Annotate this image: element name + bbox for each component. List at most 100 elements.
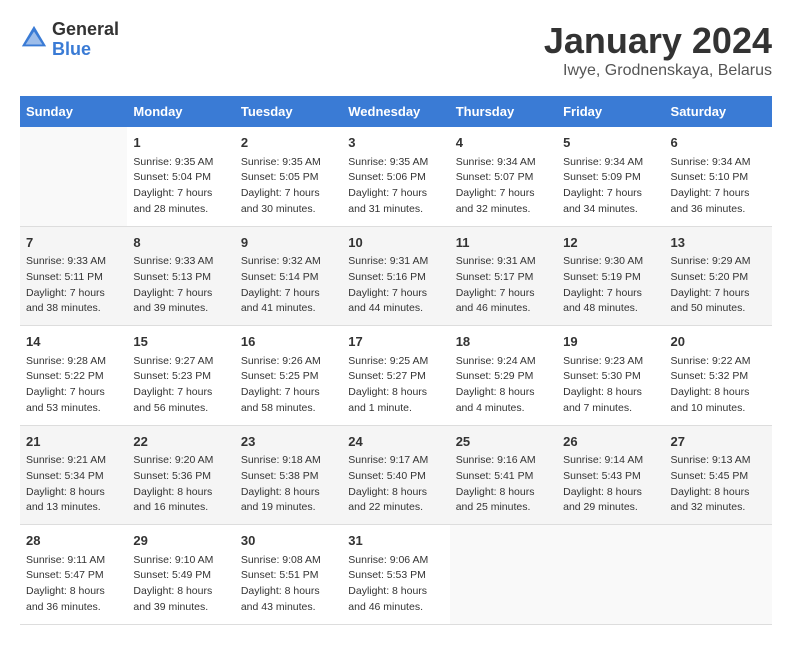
calendar-cell: 29Sunrise: 9:10 AMSunset: 5:49 PMDayligh… [127, 525, 234, 625]
day-info: Sunrise: 9:33 AMSunset: 5:11 PMDaylight:… [26, 254, 121, 317]
day-number: 20 [671, 332, 766, 352]
calendar-cell [665, 525, 772, 625]
day-info: Sunrise: 9:34 AMSunset: 5:07 PMDaylight:… [456, 155, 551, 218]
day-info: Sunrise: 9:34 AMSunset: 5:09 PMDaylight:… [563, 155, 658, 218]
calendar-cell: 14Sunrise: 9:28 AMSunset: 5:22 PMDayligh… [20, 326, 127, 426]
calendar-cell: 24Sunrise: 9:17 AMSunset: 5:40 PMDayligh… [342, 425, 449, 525]
page-header: General Blue January 2024 Iwye, Grodnens… [20, 20, 772, 80]
day-number: 3 [348, 133, 443, 153]
day-info: Sunrise: 9:25 AMSunset: 5:27 PMDaylight:… [348, 354, 443, 417]
calendar-cell: 5Sunrise: 9:34 AMSunset: 5:09 PMDaylight… [557, 127, 664, 226]
calendar-cell: 25Sunrise: 9:16 AMSunset: 5:41 PMDayligh… [450, 425, 557, 525]
calendar-cell: 6Sunrise: 9:34 AMSunset: 5:10 PMDaylight… [665, 127, 772, 226]
logo-general-text: General [52, 20, 119, 40]
day-info: Sunrise: 9:31 AMSunset: 5:16 PMDaylight:… [348, 254, 443, 317]
day-number: 24 [348, 432, 443, 452]
logo: General Blue [20, 20, 119, 60]
calendar-cell: 12Sunrise: 9:30 AMSunset: 5:19 PMDayligh… [557, 226, 664, 326]
calendar-week-row: 1Sunrise: 9:35 AMSunset: 5:04 PMDaylight… [20, 127, 772, 226]
calendar-cell: 21Sunrise: 9:21 AMSunset: 5:34 PMDayligh… [20, 425, 127, 525]
calendar-cell: 8Sunrise: 9:33 AMSunset: 5:13 PMDaylight… [127, 226, 234, 326]
day-number: 6 [671, 133, 766, 153]
title-section: January 2024 Iwye, Grodnenskaya, Belarus [544, 20, 772, 80]
calendar-week-row: 14Sunrise: 9:28 AMSunset: 5:22 PMDayligh… [20, 326, 772, 426]
day-info: Sunrise: 9:27 AMSunset: 5:23 PMDaylight:… [133, 354, 228, 417]
calendar-cell [20, 127, 127, 226]
day-info: Sunrise: 9:33 AMSunset: 5:13 PMDaylight:… [133, 254, 228, 317]
day-info: Sunrise: 9:08 AMSunset: 5:51 PMDaylight:… [241, 553, 336, 616]
day-info: Sunrise: 9:34 AMSunset: 5:10 PMDaylight:… [671, 155, 766, 218]
day-info: Sunrise: 9:22 AMSunset: 5:32 PMDaylight:… [671, 354, 766, 417]
day-info: Sunrise: 9:14 AMSunset: 5:43 PMDaylight:… [563, 453, 658, 516]
day-info: Sunrise: 9:31 AMSunset: 5:17 PMDaylight:… [456, 254, 551, 317]
day-info: Sunrise: 9:13 AMSunset: 5:45 PMDaylight:… [671, 453, 766, 516]
day-number: 28 [26, 531, 121, 551]
calendar-cell: 13Sunrise: 9:29 AMSunset: 5:20 PMDayligh… [665, 226, 772, 326]
day-info: Sunrise: 9:18 AMSunset: 5:38 PMDaylight:… [241, 453, 336, 516]
day-info: Sunrise: 9:26 AMSunset: 5:25 PMDaylight:… [241, 354, 336, 417]
day-number: 30 [241, 531, 336, 551]
day-info: Sunrise: 9:35 AMSunset: 5:05 PMDaylight:… [241, 155, 336, 218]
calendar-cell: 27Sunrise: 9:13 AMSunset: 5:45 PMDayligh… [665, 425, 772, 525]
day-number: 11 [456, 233, 551, 253]
day-number: 1 [133, 133, 228, 153]
day-info: Sunrise: 9:30 AMSunset: 5:19 PMDaylight:… [563, 254, 658, 317]
day-info: Sunrise: 9:24 AMSunset: 5:29 PMDaylight:… [456, 354, 551, 417]
day-number: 26 [563, 432, 658, 452]
header-wednesday: Wednesday [342, 96, 449, 127]
day-number: 15 [133, 332, 228, 352]
day-number: 17 [348, 332, 443, 352]
day-info: Sunrise: 9:11 AMSunset: 5:47 PMDaylight:… [26, 553, 121, 616]
day-number: 13 [671, 233, 766, 253]
calendar-cell: 3Sunrise: 9:35 AMSunset: 5:06 PMDaylight… [342, 127, 449, 226]
day-info: Sunrise: 9:21 AMSunset: 5:34 PMDaylight:… [26, 453, 121, 516]
header-friday: Friday [557, 96, 664, 127]
day-info: Sunrise: 9:20 AMSunset: 5:36 PMDaylight:… [133, 453, 228, 516]
day-info: Sunrise: 9:35 AMSunset: 5:06 PMDaylight:… [348, 155, 443, 218]
day-number: 18 [456, 332, 551, 352]
day-number: 21 [26, 432, 121, 452]
calendar-cell: 26Sunrise: 9:14 AMSunset: 5:43 PMDayligh… [557, 425, 664, 525]
calendar-cell: 17Sunrise: 9:25 AMSunset: 5:27 PMDayligh… [342, 326, 449, 426]
calendar-cell: 22Sunrise: 9:20 AMSunset: 5:36 PMDayligh… [127, 425, 234, 525]
calendar-cell [557, 525, 664, 625]
calendar-table: SundayMondayTuesdayWednesdayThursdayFrid… [20, 96, 772, 625]
day-number: 2 [241, 133, 336, 153]
calendar-cell: 15Sunrise: 9:27 AMSunset: 5:23 PMDayligh… [127, 326, 234, 426]
day-number: 8 [133, 233, 228, 253]
day-number: 5 [563, 133, 658, 153]
day-info: Sunrise: 9:35 AMSunset: 5:04 PMDaylight:… [133, 155, 228, 218]
day-number: 4 [456, 133, 551, 153]
logo-blue-text: Blue [52, 40, 119, 60]
header-tuesday: Tuesday [235, 96, 342, 127]
day-number: 10 [348, 233, 443, 253]
calendar-cell: 23Sunrise: 9:18 AMSunset: 5:38 PMDayligh… [235, 425, 342, 525]
calendar-week-row: 7Sunrise: 9:33 AMSunset: 5:11 PMDaylight… [20, 226, 772, 326]
day-number: 22 [133, 432, 228, 452]
day-info: Sunrise: 9:23 AMSunset: 5:30 PMDaylight:… [563, 354, 658, 417]
day-number: 23 [241, 432, 336, 452]
calendar-week-row: 28Sunrise: 9:11 AMSunset: 5:47 PMDayligh… [20, 525, 772, 625]
calendar-cell: 7Sunrise: 9:33 AMSunset: 5:11 PMDaylight… [20, 226, 127, 326]
calendar-cell: 11Sunrise: 9:31 AMSunset: 5:17 PMDayligh… [450, 226, 557, 326]
calendar-cell: 18Sunrise: 9:24 AMSunset: 5:29 PMDayligh… [450, 326, 557, 426]
calendar-week-row: 21Sunrise: 9:21 AMSunset: 5:34 PMDayligh… [20, 425, 772, 525]
logo-icon [20, 24, 48, 52]
calendar-cell: 4Sunrise: 9:34 AMSunset: 5:07 PMDaylight… [450, 127, 557, 226]
day-number: 16 [241, 332, 336, 352]
day-number: 19 [563, 332, 658, 352]
day-info: Sunrise: 9:17 AMSunset: 5:40 PMDaylight:… [348, 453, 443, 516]
calendar-header-row: SundayMondayTuesdayWednesdayThursdayFrid… [20, 96, 772, 127]
day-info: Sunrise: 9:16 AMSunset: 5:41 PMDaylight:… [456, 453, 551, 516]
calendar-cell: 28Sunrise: 9:11 AMSunset: 5:47 PMDayligh… [20, 525, 127, 625]
calendar-cell: 1Sunrise: 9:35 AMSunset: 5:04 PMDaylight… [127, 127, 234, 226]
logo-text: General Blue [52, 20, 119, 60]
day-info: Sunrise: 9:10 AMSunset: 5:49 PMDaylight:… [133, 553, 228, 616]
calendar-cell: 30Sunrise: 9:08 AMSunset: 5:51 PMDayligh… [235, 525, 342, 625]
header-thursday: Thursday [450, 96, 557, 127]
header-saturday: Saturday [665, 96, 772, 127]
day-number: 7 [26, 233, 121, 253]
header-sunday: Sunday [20, 96, 127, 127]
calendar-cell: 31Sunrise: 9:06 AMSunset: 5:53 PMDayligh… [342, 525, 449, 625]
calendar-cell: 16Sunrise: 9:26 AMSunset: 5:25 PMDayligh… [235, 326, 342, 426]
